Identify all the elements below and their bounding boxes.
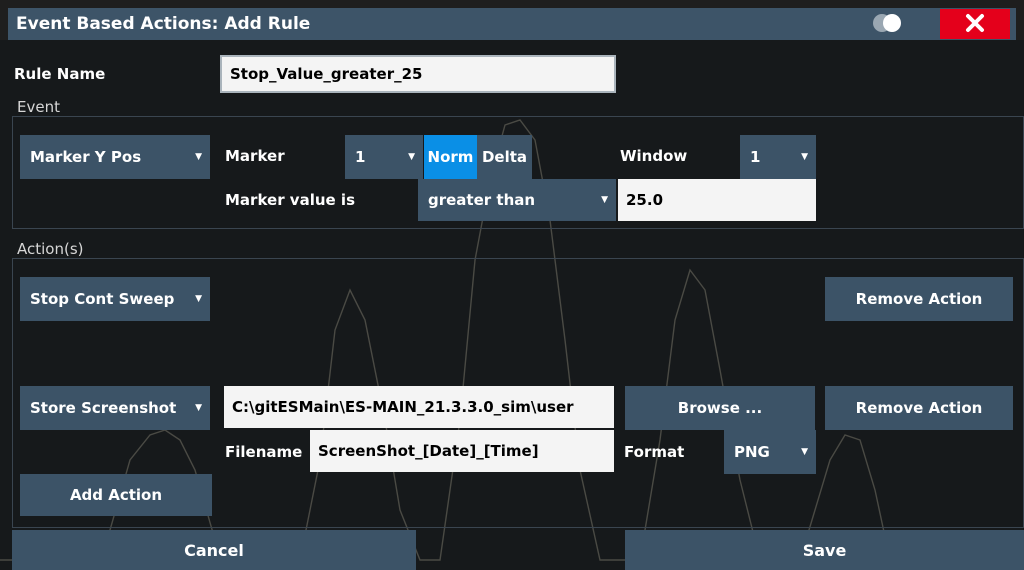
condition-value: greater than — [428, 191, 536, 209]
format-value: PNG — [734, 443, 770, 461]
action1-type-value: Stop Cont Sweep — [30, 290, 175, 308]
toggle-icon — [873, 14, 901, 32]
add-action-button[interactable]: Add Action — [20, 474, 212, 516]
cancel-button[interactable]: Cancel — [12, 530, 416, 570]
marker-mode-toggle[interactable]: Norm Delta — [424, 135, 532, 179]
mode-delta-option[interactable]: Delta — [477, 135, 532, 179]
close-button[interactable] — [940, 9, 1010, 39]
actions-section-label: Action(s) — [17, 240, 84, 258]
marker-number-dropdown[interactable]: 1 ▼ — [345, 135, 423, 179]
action2-type-value: Store Screenshot — [30, 399, 177, 417]
marker-number-value: 1 — [355, 148, 366, 166]
screenshot-path-input[interactable]: C:\gitESMain\ES-MAIN_21.3.3.0_sim\user — [224, 386, 614, 428]
save-button[interactable]: Save — [625, 530, 1024, 570]
chevron-down-icon: ▼ — [195, 403, 202, 413]
chevron-down-icon: ▼ — [195, 152, 202, 162]
chevron-down-icon: ▼ — [601, 195, 608, 205]
chevron-down-icon: ▼ — [195, 294, 202, 304]
format-dropdown[interactable]: PNG ▼ — [724, 430, 816, 474]
action1-type-dropdown[interactable]: Stop Cont Sweep ▼ — [20, 277, 210, 321]
chevron-down-icon: ▼ — [801, 447, 808, 457]
marker-label: Marker — [225, 147, 285, 165]
window-number-value: 1 — [750, 148, 761, 166]
condition-dropdown[interactable]: greater than ▼ — [418, 179, 616, 221]
event-source-value: Marker Y Pos — [30, 148, 142, 166]
mode-norm-option[interactable]: Norm — [424, 135, 477, 179]
window-label: Window — [620, 147, 688, 165]
rule-name-input[interactable]: Stop_Value_greater_25 — [220, 55, 616, 93]
filename-input[interactable]: ScreenShot_[Date]_[Time] — [310, 430, 614, 472]
chevron-down-icon: ▼ — [801, 152, 808, 162]
rule-name-label: Rule Name — [14, 65, 106, 83]
event-section-label: Event — [17, 98, 60, 116]
filename-label: Filename — [225, 443, 303, 461]
condition-label: Marker value is — [225, 191, 355, 209]
action2-remove-button[interactable]: Remove Action — [825, 386, 1013, 430]
window-title: Event Based Actions: Add Rule — [16, 14, 311, 34]
threshold-input[interactable]: 25.0 — [618, 179, 816, 221]
action1-remove-button[interactable]: Remove Action — [825, 277, 1013, 321]
transparency-toggle[interactable] — [868, 12, 912, 34]
window-number-dropdown[interactable]: 1 ▼ — [740, 135, 816, 179]
close-icon — [966, 14, 984, 32]
chevron-down-icon: ▼ — [408, 152, 415, 162]
browse-button[interactable]: Browse ... — [625, 386, 815, 430]
event-source-dropdown[interactable]: Marker Y Pos ▼ — [20, 135, 210, 179]
action2-type-dropdown[interactable]: Store Screenshot ▼ — [20, 386, 210, 430]
format-label: Format — [624, 443, 685, 461]
